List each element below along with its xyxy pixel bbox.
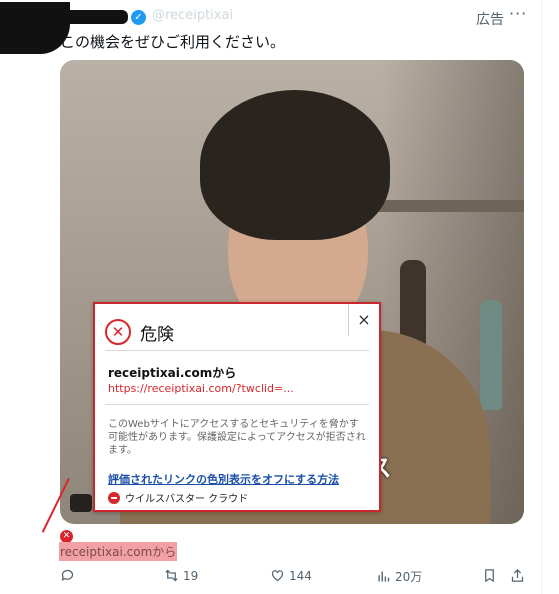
reply-button[interactable] (60, 568, 79, 583)
divider (105, 350, 369, 351)
retweet-icon (165, 569, 178, 582)
brand-footer: ウイルスバスター クラウド (108, 490, 248, 505)
share-icon (511, 568, 524, 582)
share-button[interactable] (510, 568, 529, 583)
danger-warning-popup: ✕ 危険 × receiptixai.comから https://receipt… (93, 302, 381, 512)
site-url: https://receiptixai.com/?twclid=... (108, 382, 294, 395)
tweet-text: この機会をぜひご利用ください。 (60, 33, 286, 51)
person-hair (200, 90, 390, 240)
like-count: 144 (289, 568, 312, 583)
danger-x-icon: ✕ (105, 319, 131, 345)
verified-badge-icon: ✓ (131, 10, 146, 25)
more-options-icon[interactable]: ··· (509, 4, 527, 23)
popup-header: ✕ 危険 (105, 317, 174, 347)
close-button[interactable]: × (348, 304, 379, 336)
popup-title: 危険 (140, 324, 174, 345)
views-button[interactable]: 20万 (376, 568, 422, 585)
warning-description: このWebサイトにアクセスするとセキュリティを脅かす可能性があります。保護設定に… (108, 419, 366, 456)
bookmark-button[interactable] (482, 568, 501, 583)
views-chart-icon (378, 571, 390, 582)
retweet-count: 19 (183, 568, 199, 583)
trend-micro-logo-icon (108, 491, 120, 504)
like-button[interactable]: 144 (270, 568, 312, 583)
background-bottle-teal (480, 300, 502, 410)
views-count: 20万 (395, 570, 423, 584)
help-link[interactable]: 評価されたリンクの色別表示をオフにする方法 (108, 471, 339, 487)
reply-icon (61, 569, 74, 582)
action-bar: 19 144 20万 (60, 568, 530, 588)
brand-name: ウイルスバスター クラウド (125, 494, 249, 505)
heart-icon (271, 570, 284, 582)
divider (105, 404, 369, 405)
bookmark-icon (485, 569, 494, 583)
retweet-button[interactable]: 19 (164, 568, 198, 583)
ad-label: 広告 (476, 12, 504, 28)
card-link-text[interactable]: receiptixai.comから (59, 542, 178, 561)
display-name-redacted (56, 10, 128, 24)
site-label: receiptixai.comから (108, 366, 237, 380)
video-badge-icon (70, 494, 92, 512)
user-handle[interactable]: @receiptixai (152, 8, 233, 23)
